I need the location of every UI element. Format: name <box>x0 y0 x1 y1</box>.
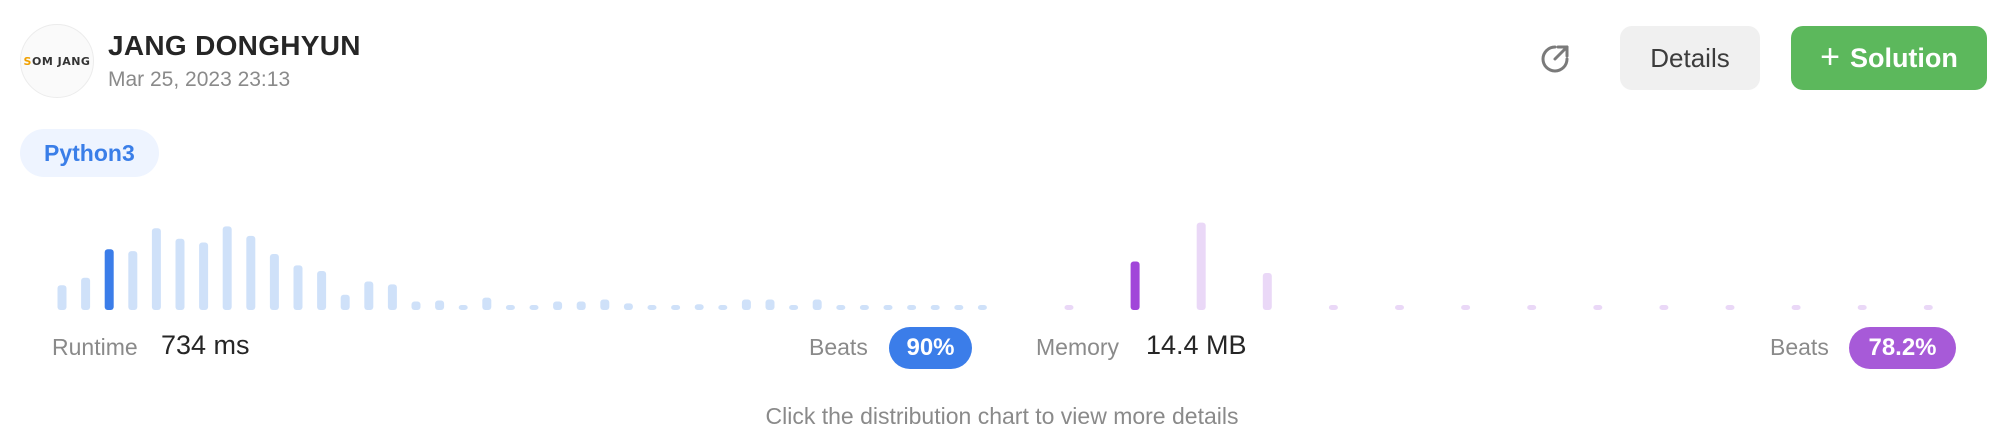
user-name[interactable]: JANG DONGHYUN <box>108 30 361 62</box>
runtime-distribution-bar[interactable] <box>411 301 421 310</box>
distribution-chart[interactable] <box>0 200 2004 315</box>
memory-distribution-bar[interactable] <box>1923 305 1933 310</box>
avatar-logo: SOM JANG <box>24 55 91 68</box>
runtime-distribution-bar[interactable] <box>293 265 303 310</box>
runtime-distribution-bar[interactable] <box>741 299 751 310</box>
runtime-distribution-bar[interactable] <box>128 251 138 310</box>
memory-distribution-bar[interactable] <box>1262 272 1272 310</box>
runtime-label: Runtime <box>52 334 138 360</box>
memory-distribution-bar[interactable] <box>1527 305 1537 310</box>
runtime-distribution-bar[interactable] <box>694 304 704 310</box>
memory-distribution-bar[interactable] <box>1130 261 1140 310</box>
runtime-distribution-bar[interactable] <box>81 277 91 310</box>
runtime-beats-label: Beats <box>809 334 868 360</box>
memory-value: 14.4 MB <box>1146 330 1247 360</box>
memory-distribution-bar[interactable] <box>1064 305 1074 310</box>
share-icon <box>1541 45 1569 73</box>
solution-label: Solution <box>1849 42 1958 73</box>
runtime-distribution-bar[interactable] <box>553 301 563 310</box>
runtime-distribution-bar[interactable] <box>907 305 917 310</box>
submission-timestamp: Mar 25, 2023 23:13 <box>108 68 291 91</box>
runtime-distribution-bar[interactable] <box>765 299 775 310</box>
chart-hint: Click the distribution chart to view mor… <box>765 403 1239 429</box>
memory-distribution-bar[interactable] <box>1659 305 1669 310</box>
runtime-distribution-bar[interactable] <box>222 226 232 310</box>
plus-icon: + <box>1820 37 1840 76</box>
runtime-distribution-bar[interactable] <box>930 305 940 310</box>
runtime-distribution-bar[interactable] <box>647 305 657 310</box>
runtime-distribution-bar[interactable] <box>387 284 397 310</box>
details-button[interactable]: Details <box>1620 26 1760 90</box>
runtime-distribution-bar[interactable] <box>435 300 445 311</box>
runtime-distribution-bar[interactable] <box>718 305 728 310</box>
runtime-distribution-bar[interactable] <box>317 271 327 310</box>
runtime-distribution-bar[interactable] <box>812 299 822 310</box>
runtime-distribution-bar[interactable] <box>505 305 515 310</box>
runtime-distribution-bar[interactable] <box>199 242 209 310</box>
memory-label: Memory <box>1036 334 1120 360</box>
runtime-distribution-bar[interactable] <box>57 285 67 310</box>
runtime-distribution-bar[interactable] <box>364 281 374 311</box>
runtime-distribution-bar[interactable] <box>859 305 869 310</box>
runtime-value: 734 ms <box>161 330 250 360</box>
runtime-distribution-bar[interactable] <box>340 294 350 310</box>
memory-distribution-bar[interactable] <box>1395 305 1404 310</box>
memory-beats-label: Beats <box>1770 334 1829 360</box>
runtime-distribution-bar[interactable] <box>458 305 468 310</box>
runtime-distribution-bar[interactable] <box>246 235 256 310</box>
runtime-beats-badge: 90% <box>889 327 972 369</box>
runtime-distribution-bar[interactable] <box>104 249 114 310</box>
runtime-distribution-bar[interactable] <box>883 305 893 310</box>
memory-distribution-bar[interactable] <box>1593 305 1603 310</box>
avatar-logo-text: OM JANG <box>31 54 91 68</box>
runtime-distribution-bar[interactable] <box>151 228 161 310</box>
runtime-distribution-bar[interactable] <box>576 301 586 310</box>
runtime-distribution-bar[interactable] <box>623 303 633 310</box>
share-button[interactable] <box>1530 34 1580 84</box>
runtime-distribution-bar[interactable] <box>482 297 492 310</box>
avatar[interactable]: SOM JANG <box>20 24 94 98</box>
runtime-distribution-bar[interactable] <box>789 305 799 310</box>
avatar-logo-accent: S <box>23 54 32 68</box>
memory-distribution-bar[interactable] <box>1461 305 1471 310</box>
runtime-distribution-bar[interactable] <box>954 305 964 310</box>
memory-distribution-bar[interactable] <box>1328 305 1338 310</box>
runtime-distribution-bar[interactable] <box>529 305 539 310</box>
runtime-distribution-bar[interactable] <box>175 238 185 310</box>
runtime-distribution-bar[interactable] <box>600 299 610 310</box>
memory-distribution-bar[interactable] <box>1196 222 1206 310</box>
runtime-distribution-bar[interactable] <box>269 253 279 310</box>
language-tag: Python3 <box>20 129 159 177</box>
memory-beats-badge: 78.2% <box>1849 327 1956 369</box>
solution-button[interactable]: + Solution <box>1791 26 1987 90</box>
memory-distribution-bar[interactable] <box>1725 305 1735 310</box>
memory-distribution-bar[interactable] <box>1791 305 1801 310</box>
runtime-distribution-bar[interactable] <box>671 305 681 310</box>
runtime-distribution-bar[interactable] <box>836 305 846 310</box>
runtime-distribution-bar[interactable] <box>977 305 987 310</box>
memory-distribution-bar[interactable] <box>1857 305 1867 310</box>
